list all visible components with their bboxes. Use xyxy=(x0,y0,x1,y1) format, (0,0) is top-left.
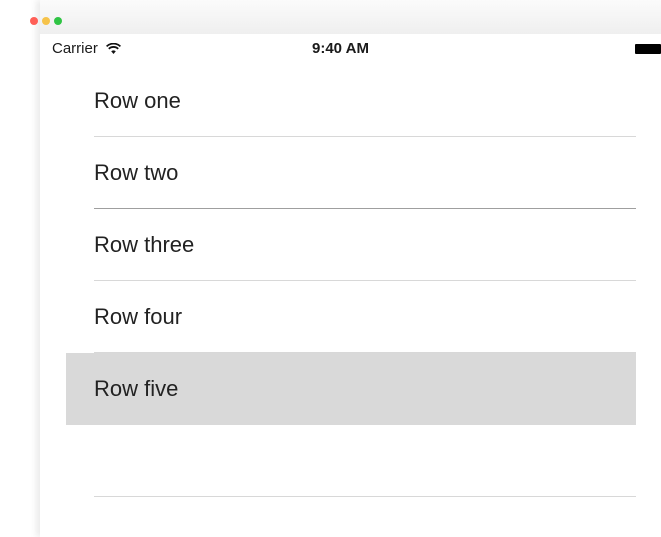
table-row-two[interactable]: Row two xyxy=(66,137,636,209)
row-label: Row four xyxy=(94,304,183,329)
carrier-label: Carrier xyxy=(52,40,98,57)
row-label: Row five xyxy=(94,376,179,401)
table-row-five-selected[interactable]: Row five xyxy=(66,353,636,425)
table-row-one[interactable]: Row one xyxy=(66,65,636,137)
row-label: Row three xyxy=(94,232,195,257)
status-bar: Carrier 9:40 AM xyxy=(40,34,661,64)
table-row-four[interactable]: Row four xyxy=(66,281,636,353)
status-time: 9:40 AM xyxy=(312,40,369,57)
row-label: Row one xyxy=(94,88,181,113)
wifi-icon xyxy=(106,43,122,54)
screen: Carrier 9:40 AM Row one Row two Row thre… xyxy=(0,0,661,537)
window-titlebar[interactable] xyxy=(30,0,661,35)
device-screen: Carrier 9:40 AM Row one Row two Row thre… xyxy=(40,34,661,537)
zoom-window-button[interactable] xyxy=(54,17,62,25)
close-window-button[interactable] xyxy=(30,17,38,25)
carrier-indicator: Carrier xyxy=(52,40,122,57)
simulator-window: Carrier 9:40 AM Row one Row two Row thre… xyxy=(30,0,661,537)
minimize-window-button[interactable] xyxy=(42,17,50,25)
battery-icon xyxy=(635,44,661,54)
table-view[interactable]: Row one Row two Row three Row four Row f… xyxy=(66,65,636,497)
table-row-three[interactable]: Row three xyxy=(66,209,636,281)
table-row-empty xyxy=(66,425,636,497)
row-label: Row two xyxy=(94,160,179,185)
row-separator xyxy=(94,496,636,497)
